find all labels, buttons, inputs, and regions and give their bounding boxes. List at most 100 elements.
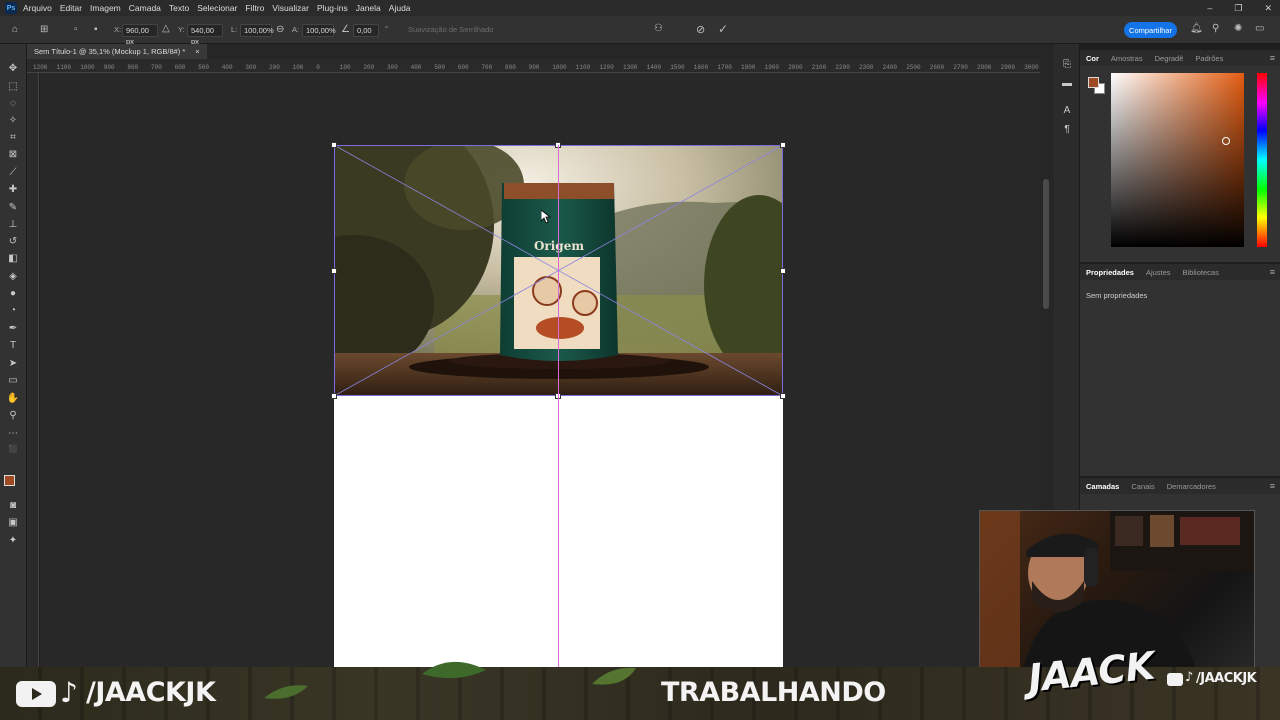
document-tab[interactable]: Sem Título-1 @ 35,1% (Mockup 1, RGB/8#) …	[27, 44, 207, 59]
link-icon[interactable]: ⊖	[276, 24, 284, 35]
eyedropper-tool-icon[interactable]: ⟋	[6, 166, 20, 180]
move-tool-icon[interactable]: ✥	[6, 62, 20, 76]
menu-editar[interactable]: Editar	[60, 3, 82, 13]
menu-filtro[interactable]: Filtro	[245, 3, 264, 13]
search-icon[interactable]: ⚲	[1212, 23, 1219, 34]
tab-cor[interactable]: Cor	[1086, 54, 1099, 63]
height-field[interactable]: 100,00%	[302, 24, 336, 37]
foreground-color-swatch[interactable]	[4, 475, 15, 486]
history-brush-tool-icon[interactable]: ↺	[6, 235, 20, 249]
generative-icon[interactable]: ✦	[6, 534, 20, 548]
hue-slider[interactable]	[1257, 73, 1267, 247]
character-panel-icon[interactable]: A	[1061, 105, 1073, 117]
photoshop-logo-icon[interactable]: Ps	[5, 2, 17, 14]
eraser-tool-icon[interactable]: ◧	[6, 252, 20, 266]
anti-alias-option[interactable]: Suavização de Serrilhado	[408, 25, 493, 34]
scrollbar-thumb[interactable]	[1043, 179, 1049, 309]
frame-tool-icon[interactable]: ⊠	[6, 148, 20, 162]
reference-center-icon[interactable]: ▪	[94, 24, 98, 35]
brush-tool-icon[interactable]: ✎	[6, 201, 20, 215]
marquee-tool-icon[interactable]: ⬚	[6, 80, 20, 94]
panel-menu-icon[interactable]: ≡	[1270, 53, 1275, 63]
tab-bibliotecas[interactable]: Bibliotecas	[1183, 268, 1219, 277]
quick-mask-icon[interactable]: ◙	[6, 499, 20, 513]
tab-degrade[interactable]: Degradê	[1155, 54, 1184, 63]
color-picker-field[interactable]	[1111, 73, 1244, 247]
panel-menu-icon[interactable]: ≡	[1270, 481, 1275, 491]
blur-tool-icon[interactable]: ●	[6, 287, 20, 301]
path-selection-tool-icon[interactable]: ➤	[6, 357, 20, 371]
youtube-small-icon	[1167, 673, 1183, 686]
notifications-icon[interactable]: 🔔︎	[1190, 23, 1203, 34]
transform-handle-bottom-right[interactable]	[780, 393, 786, 399]
transform-handle-right[interactable]	[780, 268, 786, 274]
comments-panel-icon[interactable]: ▬	[1061, 78, 1073, 90]
close-button[interactable]: ✕	[1264, 3, 1272, 14]
relative-position-icon[interactable]: △	[162, 23, 170, 34]
color-panel-foreground-swatch[interactable]	[1088, 77, 1099, 88]
menu-selecionar[interactable]: Selecionar	[197, 3, 237, 13]
hand-tool-icon[interactable]: ✋	[6, 392, 20, 406]
more-tools-icon[interactable]: ⋯	[6, 427, 20, 441]
color-picker-indicator[interactable]	[1222, 137, 1230, 145]
menu-bar: Ps Arquivo Editar Imagem Camada Texto Se…	[0, 0, 1280, 16]
history-panel-icon[interactable]: ⎘	[1061, 59, 1073, 71]
center-guide-line	[558, 145, 559, 670]
y-position-field[interactable]: 540,00 px	[187, 24, 223, 46]
tab-amostras[interactable]: Amostras	[1111, 54, 1143, 63]
menu-arquivo[interactable]: Arquivo	[23, 3, 52, 13]
tab-propriedades[interactable]: Propriedades	[1086, 268, 1134, 277]
transform-handle-left[interactable]	[331, 268, 337, 274]
default-colors-icon[interactable]: ⬛	[6, 443, 20, 457]
tab-demarcadores[interactable]: Demarcadores	[1167, 482, 1216, 491]
document-tab-close-icon[interactable]: ×	[195, 47, 199, 56]
menu-camada[interactable]: Camada	[129, 3, 161, 13]
move-tool-preset-icon[interactable]: ⊞	[40, 24, 48, 35]
workspace-icon[interactable]: ▭	[1255, 23, 1264, 34]
transform-handle-top-right[interactable]	[780, 142, 786, 148]
healing-brush-tool-icon[interactable]: ✚	[6, 183, 20, 197]
y-label: Y:	[178, 25, 185, 34]
minimize-button[interactable]: –	[1207, 3, 1212, 13]
crop-tool-icon[interactable]: ⌗	[6, 131, 20, 145]
magic-wand-tool-icon[interactable]: ✧	[6, 114, 20, 128]
share-button[interactable]: Compartilhar	[1124, 22, 1177, 38]
menu-texto[interactable]: Texto	[169, 3, 189, 13]
stamp-tool-icon[interactable]: ⊥	[6, 218, 20, 232]
screen-mode-icon[interactable]: ▣	[6, 516, 20, 530]
angle-field[interactable]: 0,00	[353, 24, 379, 37]
vertical-ruler[interactable]	[27, 73, 39, 670]
paint-bucket-tool-icon[interactable]: ◈	[6, 270, 20, 284]
ruler-tick-label: 800	[127, 64, 139, 71]
home-icon[interactable]: ⌂	[12, 24, 18, 35]
transform-handle-bottom-left[interactable]	[331, 393, 337, 399]
type-tool-icon[interactable]: T	[6, 339, 20, 353]
reference-point-icon[interactable]: ▫	[74, 24, 78, 35]
width-field[interactable]: 100,00%	[240, 24, 274, 37]
cancel-transform-icon[interactable]: ⊘	[696, 23, 705, 36]
panel-menu-icon[interactable]: ≡	[1270, 267, 1275, 277]
discover-icon[interactable]: ✺	[1234, 23, 1242, 34]
x-position-field[interactable]: 960,00 px	[122, 24, 158, 46]
lasso-tool-icon[interactable]: ◌	[6, 97, 20, 111]
tab-ajustes[interactable]: Ajustes	[1146, 268, 1171, 277]
menu-janela[interactable]: Janela	[356, 3, 381, 13]
banner-handle-right: /JAACKJK	[1196, 671, 1257, 686]
dodge-tool-icon[interactable]: ◔	[6, 304, 20, 318]
zoom-tool-icon[interactable]: ⚲	[6, 409, 20, 423]
commit-transform-icon[interactable]: ✓	[718, 22, 728, 36]
warp-mode-icon[interactable]: ⚇	[654, 23, 663, 34]
horizontal-ruler[interactable]: 1200 1100 1000 900 800 700 600 500 400 300 200 100 0…	[27, 59, 1040, 73]
paragraph-panel-icon[interactable]: ¶	[1061, 124, 1073, 136]
restore-button[interactable]: ❐	[1234, 3, 1242, 14]
menu-visualizar[interactable]: Visualizar	[272, 3, 309, 13]
menu-imagem[interactable]: Imagem	[90, 3, 121, 13]
pen-tool-icon[interactable]: ✒	[6, 322, 20, 336]
menu-plugins[interactable]: Plug-ins	[317, 3, 348, 13]
transform-handle-top-left[interactable]	[331, 142, 337, 148]
rectangle-tool-icon[interactable]: ▭	[6, 374, 20, 388]
menu-ajuda[interactable]: Ajuda	[389, 3, 411, 13]
tab-padroes[interactable]: Padrões	[1195, 54, 1223, 63]
tab-camadas[interactable]: Camadas	[1086, 482, 1119, 491]
tab-canais[interactable]: Canais	[1131, 482, 1154, 491]
